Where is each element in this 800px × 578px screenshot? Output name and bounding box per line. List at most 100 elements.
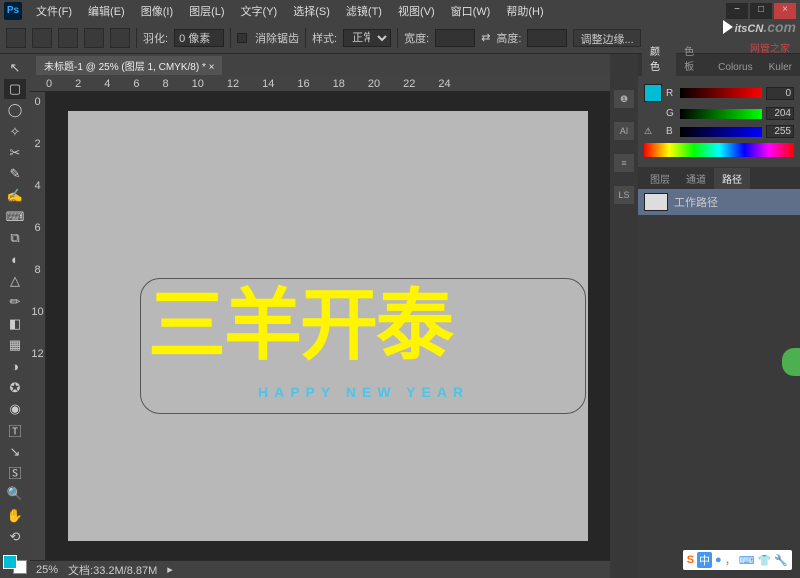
width-label: 宽度: [404,30,429,46]
titlebar: Ps 文件(F)编辑(E)图像(I)图层(L)文字(Y)选择(S)滤镜(T)视图… [0,0,800,22]
ime-bar[interactable]: S 中 ●， ⌨👕🔧 [683,550,792,570]
tool-20[interactable]: 🔍 [4,485,26,504]
tab-色板[interactable]: 色板 [676,40,710,76]
menu-Y[interactable]: 文字(Y) [235,1,284,21]
menu-I[interactable]: 图像(I) [135,1,179,21]
selection-add-icon[interactable] [58,28,78,48]
g-label: G [666,108,676,119]
artboard: 三羊开泰 HAPPY NEW YEAR [68,111,588,541]
text-artwork: 三羊开泰 HAPPY NEW YEAR [148,286,578,406]
tool-13[interactable]: ▦ [4,335,26,354]
antialias-label: 消除锯齿 [255,30,299,46]
collapsed-dock: ❶ AI ≡ LS [610,54,638,578]
g-value[interactable]: 204 [766,107,794,120]
r-value[interactable]: 0 [766,87,794,100]
menu-T[interactable]: 滤镜(T) [340,1,388,21]
menu-S[interactable]: 选择(S) [287,1,336,21]
layers-panel-tabs: 图层通道路径 [638,167,800,189]
tab-Kuler[interactable]: Kuler [761,59,800,76]
ruler-horizontal: 024681012141618202224 [30,76,610,92]
antialias-checkbox[interactable] [237,33,247,43]
g-slider[interactable] [680,109,762,119]
menu-W[interactable]: 窗口(W) [445,1,497,21]
width-input[interactable] [435,29,475,47]
doc-info: 文档:33.2M/8.87M [68,562,157,578]
selection-new-icon[interactable] [32,28,52,48]
tool-16[interactable]: ◉ [4,399,26,418]
height-input[interactable] [527,29,567,47]
spectrum-bar[interactable] [644,143,794,157]
side-badge [782,348,800,376]
feather-input[interactable] [174,29,224,47]
menu-L[interactable]: 图层(L) [183,1,230,21]
tool-4[interactable]: ✂ [4,143,26,162]
color-panel: R 0 G 204 ⚠ B 255 [638,76,800,167]
tool-22[interactable]: ⟲ [4,527,26,546]
status-arrow-icon[interactable]: ▸ [167,563,173,576]
tool-1[interactable]: ▢ [4,79,26,98]
selection-int-icon[interactable] [110,28,130,48]
r-slider[interactable] [680,88,762,98]
tool-3[interactable]: ✧ [4,122,26,141]
menu-V[interactable]: 视图(V) [392,1,441,21]
menubar: 文件(F)编辑(E)图像(I)图层(L)文字(Y)选择(S)滤镜(T)视图(V)… [30,1,726,21]
tool-8[interactable]: ⧉ [4,229,26,248]
selection-sub-icon[interactable] [84,28,104,48]
tool-preset-icon[interactable] [6,28,26,48]
watermark-logo: itsCN.com [723,16,796,37]
tab-图层[interactable]: 图层 [642,168,678,189]
b-label: B [666,126,676,137]
tool-7[interactable]: ⌨ [4,207,26,226]
tool-6[interactable]: ✍ [4,186,26,205]
document-tab[interactable]: 未标题-1 @ 25% (图层 1, CMYK/8) * × [36,56,222,75]
color-swatches[interactable] [3,555,27,574]
dock-icon[interactable]: ❶ [614,90,634,108]
tool-9[interactable]: ◐ [4,250,26,269]
tool-11[interactable]: ✏ [4,293,26,312]
swap-icon[interactable]: ⇄ [481,31,490,44]
sub-text: HAPPY NEW YEAR [258,384,469,400]
zoom-level[interactable]: 25% [36,564,58,576]
tool-21[interactable]: ✋ [4,506,26,525]
tab-路径[interactable]: 路径 [714,168,750,189]
tool-18[interactable]: ↘ [4,442,26,461]
b-value[interactable]: 255 [766,125,794,138]
tool-5[interactable]: ✎ [4,165,26,184]
path-name: 工作路径 [674,194,718,210]
document-tabbar: 未标题-1 @ 25% (图层 1, CMYK/8) * × [30,54,610,76]
tool-10[interactable]: △ [4,271,26,290]
refine-edge-button[interactable]: 调整边缘... [573,29,640,47]
tab-颜色[interactable]: 颜色 [642,40,676,76]
app-logo: Ps [4,2,22,20]
tool-19[interactable]: 🅂 [4,463,26,482]
tool-15[interactable]: ✪ [4,378,26,397]
tools-panel: ↖ ▢ ◯ ✧ ✂ ✎ ✍ ⌨ ⧉ ◐ △ ✏ ◧ ▦ ◑ ✪ ◉ 🅃 ↘ 🅂 🔍 ✋ ⟲ [0,54,30,578]
dock-icon[interactable]: ≡ [614,154,634,172]
status-bar: 25% 文档:33.2M/8.87M ▸ [30,560,610,578]
watermark-sub: 网管之家 [750,40,790,55]
menu-H[interactable]: 帮助(H) [500,1,549,21]
menu-F[interactable]: 文件(F) [30,1,78,21]
color-panel-tabs: 颜色色板ColorusKuler [638,54,800,76]
tool-14[interactable]: ◑ [4,357,26,376]
tab-通道[interactable]: 通道 [678,168,714,189]
style-label: 样式: [312,30,337,46]
path-item[interactable]: 工作路径 [638,189,800,215]
dock-icon[interactable]: LS [614,186,634,204]
dock-icon[interactable]: AI [614,122,634,140]
fg-color-swatch[interactable] [644,84,662,102]
style-select[interactable]: 正常 [343,29,391,47]
paths-panel: 工作路径 [638,189,800,578]
warn-icon: ⚠ [644,126,662,137]
tool-17[interactable]: 🅃 [4,421,26,440]
feather-label: 羽化: [143,30,168,46]
menu-E[interactable]: 编辑(E) [82,1,131,21]
tab-Colorus[interactable]: Colorus [710,59,760,76]
path-thumb-icon [644,193,668,211]
tool-12[interactable]: ◧ [4,314,26,333]
canvas-area[interactable]: 三羊开泰 HAPPY NEW YEAR [46,92,610,560]
b-slider[interactable] [680,127,762,137]
tool-0[interactable]: ↖ [4,58,26,77]
r-label: R [666,88,676,99]
tool-2[interactable]: ◯ [4,101,26,120]
